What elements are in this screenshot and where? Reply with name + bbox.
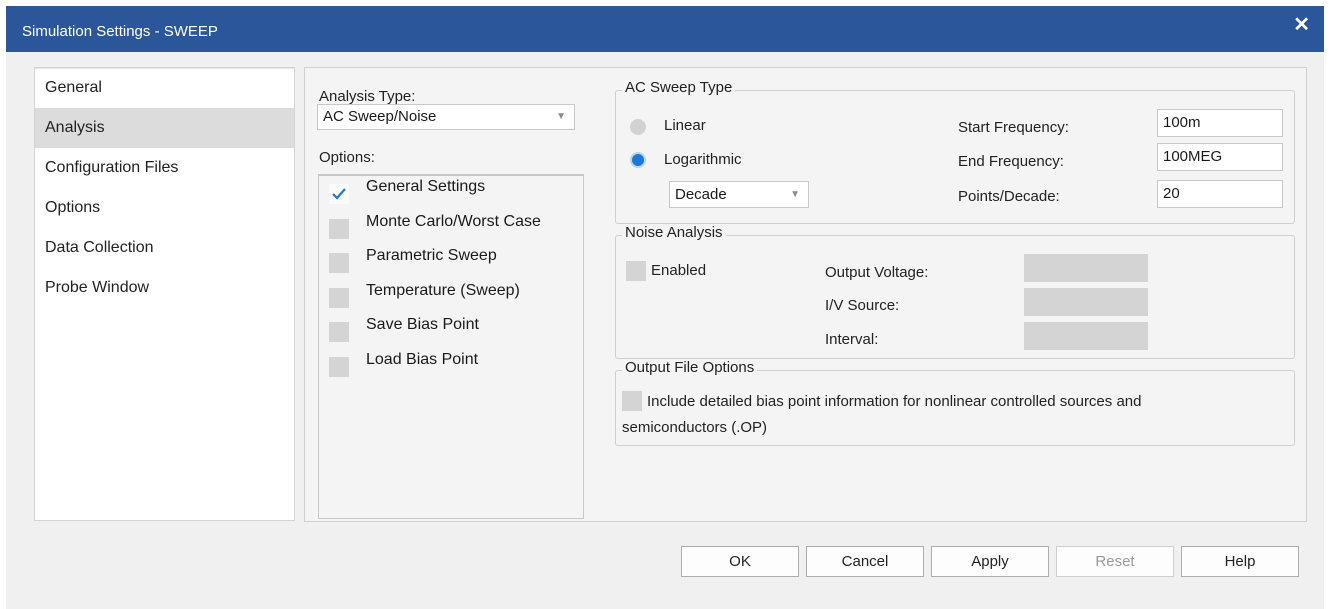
- analysis-type-label: Analysis Type:: [319, 88, 416, 105]
- options-label: Options:: [319, 149, 375, 166]
- radio-logarithmic[interactable]: [630, 152, 646, 168]
- interval-input: [1024, 322, 1148, 350]
- checkbox[interactable]: [329, 357, 349, 377]
- output-voltage-label: Output Voltage:: [825, 264, 929, 281]
- include-bias-point-label-line1: Include detailed bias point information …: [647, 393, 1142, 410]
- iv-source-label: I/V Source:: [825, 297, 900, 314]
- nav-item-general[interactable]: General: [35, 68, 294, 108]
- interval-label: Interval:: [825, 331, 879, 348]
- apply-button[interactable]: Apply: [931, 546, 1049, 577]
- chevron-down-icon: ▼: [790, 189, 800, 200]
- cancel-button[interactable]: Cancel: [806, 546, 924, 577]
- end-frequency-input[interactable]: 100MEG: [1157, 143, 1283, 171]
- checkbox[interactable]: [329, 219, 349, 239]
- help-button[interactable]: Help: [1181, 546, 1299, 577]
- chevron-down-icon: ▼: [556, 111, 566, 122]
- reset-button: Reset: [1056, 546, 1174, 577]
- ac-sweep-title: AC Sweep Type: [622, 79, 736, 96]
- log-mode-value: Decade: [675, 186, 727, 203]
- points-per-decade-label: Points/Decade:: [958, 188, 1060, 205]
- radio-linear[interactable]: [630, 119, 646, 135]
- nav-item-options[interactable]: Options: [35, 188, 294, 228]
- noise-enabled-label: Enabled: [651, 262, 707, 279]
- analysis-panel: Analysis Type: AC Sweep/Noise ▼ Options:…: [304, 67, 1307, 522]
- iv-source-input: [1024, 288, 1148, 316]
- checkbox[interactable]: [329, 288, 349, 308]
- output-voltage-input: [1024, 254, 1148, 282]
- option-label: Monte Carlo/Worst Case: [366, 213, 541, 230]
- dialog-body: General Analysis Configuration Files Opt…: [6, 52, 1324, 609]
- option-label: Load Bias Point: [366, 351, 479, 368]
- ac-sweep-group: AC Sweep Type Linear Logarithmic Decade …: [615, 79, 1295, 224]
- output-file-group: Output File Options Include detailed bia…: [615, 359, 1295, 446]
- start-frequency-label: Start Frequency:: [958, 119, 1069, 136]
- points-per-decade-input[interactable]: 20: [1157, 180, 1283, 208]
- nav-item-probe-window[interactable]: Probe Window: [35, 268, 294, 308]
- settings-nav: General Analysis Configuration Files Opt…: [34, 67, 295, 521]
- window-title: Simulation Settings - SWEEP: [22, 23, 218, 40]
- close-icon[interactable]: ✕: [1293, 12, 1310, 37]
- title-bar: Simulation Settings - SWEEP ✕: [6, 6, 1324, 52]
- nav-item-analysis[interactable]: Analysis: [35, 108, 294, 148]
- option-label: Save Bias Point: [366, 316, 479, 333]
- ok-button[interactable]: OK: [681, 546, 799, 577]
- noise-analysis-group: Noise Analysis Enabled Output Voltage: I…: [615, 224, 1295, 359]
- nav-item-configuration-files[interactable]: Configuration Files: [35, 148, 294, 188]
- linear-label: Linear: [664, 117, 706, 134]
- noise-enabled-checkbox[interactable]: [626, 261, 646, 281]
- noise-analysis-title: Noise Analysis: [622, 224, 726, 241]
- analysis-type-select[interactable]: AC Sweep/Noise ▼: [317, 104, 575, 130]
- logarithmic-label: Logarithmic: [664, 151, 742, 168]
- nav-item-data-collection[interactable]: Data Collection: [35, 228, 294, 268]
- analysis-type-value: AC Sweep/Noise: [323, 108, 437, 125]
- options-list: General Settings Monte Carlo/Worst Case …: [318, 174, 584, 519]
- output-file-title: Output File Options: [622, 359, 758, 376]
- checkbox[interactable]: [329, 322, 349, 342]
- include-bias-point-checkbox[interactable]: [622, 391, 642, 411]
- option-label: Temperature (Sweep): [366, 282, 520, 299]
- start-frequency-input[interactable]: 100m: [1157, 109, 1283, 137]
- log-mode-select[interactable]: Decade ▼: [669, 181, 809, 208]
- end-frequency-label: End Frequency:: [958, 153, 1064, 170]
- include-bias-point-label-line2: semiconductors (.OP): [622, 419, 768, 436]
- checkbox[interactable]: [329, 253, 349, 273]
- check-icon[interactable]: [329, 184, 349, 204]
- option-label: Parametric Sweep: [366, 247, 497, 264]
- option-label: General Settings: [366, 178, 486, 195]
